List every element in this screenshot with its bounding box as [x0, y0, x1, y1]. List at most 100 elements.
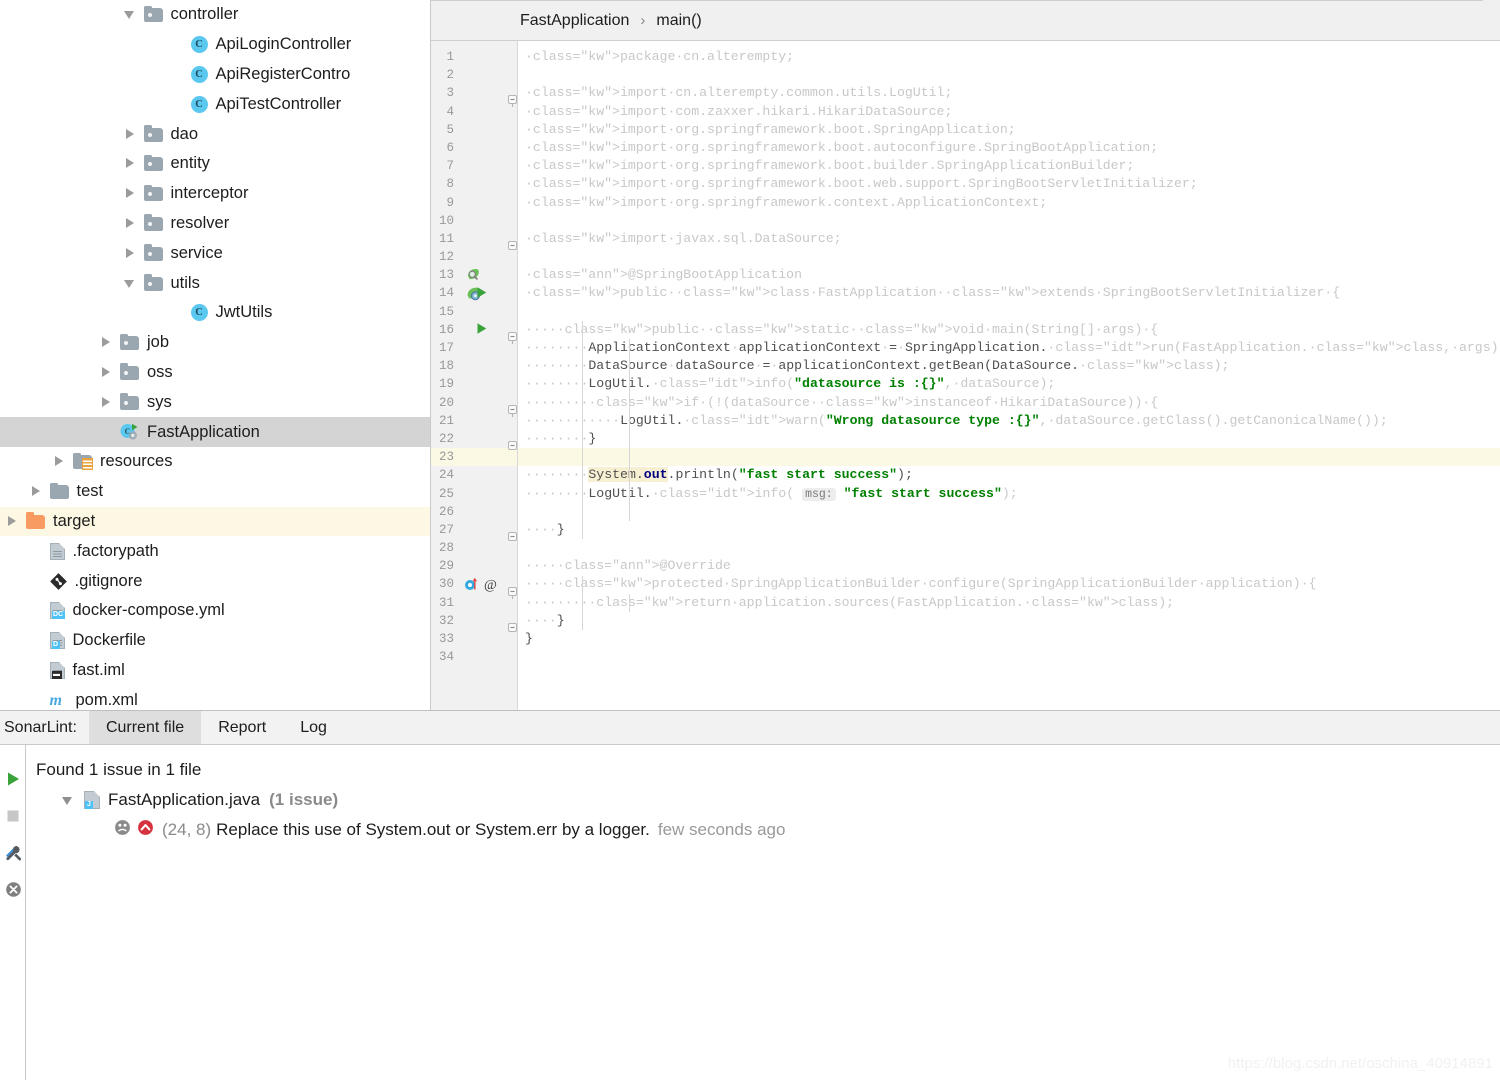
code-line[interactable]: ·class="kw">public··class="kw">class·Fas… — [518, 284, 1500, 302]
tree-item[interactable]: CApiTestController — [0, 89, 430, 119]
fold-marker-icon[interactable] — [507, 531, 518, 549]
code-line[interactable]: ·class="kw">import·org.springframework.b… — [518, 157, 1500, 175]
breadcrumb-member[interactable]: main() — [656, 12, 701, 30]
tree-item[interactable]: DDockerfile — [0, 626, 430, 656]
code-line[interactable]: ········LogUtil.·class="idt">info("datas… — [518, 375, 1500, 393]
configure-button[interactable] — [0, 834, 26, 871]
stop-analysis-button[interactable] — [0, 797, 26, 834]
tree-item[interactable]: utils — [0, 268, 430, 298]
code-line[interactable]: ········ApplicationContext·applicationCo… — [518, 339, 1500, 357]
code-line[interactable]: ········System.out.println("fast start s… — [518, 466, 1500, 484]
tree-item[interactable]: mpom.xml — [0, 685, 430, 710]
run-main-icon[interactable] — [475, 322, 488, 340]
code-line[interactable]: ········LogUtil.·class="idt">info( msg: … — [518, 485, 1500, 503]
tree-item[interactable]: interceptor — [0, 179, 430, 209]
run-main-icon[interactable] — [475, 286, 488, 304]
code-line[interactable]: ············LogUtil.·class="idt">warn("W… — [518, 412, 1500, 430]
tree-item[interactable]: target — [0, 507, 430, 537]
chevron-right-icon[interactable] — [100, 396, 113, 409]
chevron-right-icon[interactable] — [53, 455, 66, 468]
tree-item[interactable]: CJwtUtils — [0, 298, 430, 328]
chevron-right-icon[interactable] — [124, 187, 137, 200]
code-line[interactable]: ········DataSource·dataSource·=·applicat… — [518, 357, 1500, 375]
code-line[interactable] — [518, 248, 1500, 266]
chevron-right-icon[interactable] — [124, 128, 137, 141]
code-line[interactable]: ····} — [518, 612, 1500, 630]
fold-marker-icon[interactable] — [507, 586, 518, 604]
fold-marker-icon[interactable] — [507, 331, 518, 349]
chevron-right-icon[interactable] — [124, 157, 137, 170]
code-line[interactable]: ·····class="kw">protected·SpringApplicat… — [518, 575, 1500, 593]
code-line[interactable]: ·········class="kw">return·application.s… — [518, 594, 1500, 612]
issue-message[interactable]: Replace this use of System.out or System… — [216, 820, 650, 840]
code-line[interactable]: } — [518, 630, 1500, 648]
code-line[interactable] — [518, 212, 1500, 230]
tree-item[interactable]: DCdocker-compose.yml — [0, 596, 430, 626]
tab-log[interactable]: Log — [283, 711, 344, 744]
issue-row[interactable]: (24, 8) Replace this use of System.out o… — [36, 815, 1500, 845]
code-line[interactable]: ·········class="kw">if·(!(dataSource··cl… — [518, 394, 1500, 412]
spring-bean-icon[interactable] — [466, 267, 481, 287]
chevron-down-icon[interactable] — [124, 8, 137, 21]
code-content[interactable]: ·class="kw">package·cn.alterempty; ·class… — [518, 41, 1500, 710]
project-tool-window[interactable]: controllerCApiLoginControllerCApiRegiste… — [0, 0, 431, 710]
tree-item[interactable]: job — [0, 328, 430, 358]
fold-marker-icon[interactable] — [507, 404, 518, 422]
tree-item[interactable]: resources — [0, 447, 430, 477]
code-line[interactable] — [518, 503, 1500, 521]
cancel-button[interactable] — [0, 871, 26, 908]
tree-item[interactable]: dao — [0, 119, 430, 149]
tree-item[interactable]: resolver — [0, 209, 430, 239]
issue-file-name[interactable]: FastApplication.java — [108, 790, 260, 810]
code-line[interactable]: ·class="kw">import·com.zaxxer.hikari.Hik… — [518, 103, 1500, 121]
code-line[interactable] — [518, 66, 1500, 84]
breadcrumb-file[interactable]: FastApplication — [520, 12, 629, 30]
code-line[interactable]: ·class="kw">package·cn.alterempty; — [518, 48, 1500, 66]
code-line[interactable]: ·class="kw">import·cn.alterempty.common.… — [518, 84, 1500, 102]
code-line[interactable]: ·class="kw">import·org.springframework.b… — [518, 175, 1500, 193]
code-line[interactable]: ·class="kw">import·org.springframework.b… — [518, 121, 1500, 139]
chevron-down-icon[interactable] — [62, 794, 75, 807]
chevron-right-icon[interactable] — [30, 485, 43, 498]
tree-item[interactable]: CApiRegisterContro — [0, 60, 430, 90]
tree-item[interactable]: test — [0, 477, 430, 507]
tree-item[interactable]: sys — [0, 387, 430, 417]
chevron-right-icon[interactable] — [6, 515, 19, 528]
fold-marker-icon[interactable] — [507, 440, 518, 458]
fold-marker-icon[interactable] — [507, 94, 518, 112]
code-line[interactable] — [518, 448, 1500, 466]
tab-report[interactable]: Report — [201, 711, 283, 744]
tree-item[interactable]: CFastApplication — [0, 417, 430, 447]
fold-marker-icon[interactable] — [507, 622, 518, 640]
tab-current-file[interactable]: Current file — [89, 711, 201, 744]
code-line[interactable] — [518, 539, 1500, 557]
tree-item[interactable]: .factorypath — [0, 536, 430, 566]
chevron-right-icon[interactable] — [100, 366, 113, 379]
sonarlint-issue-tree[interactable]: Found 1 issue in 1 file J FastApplicatio… — [26, 745, 1500, 1080]
code-line[interactable]: ·class="kw">import·org.springframework.c… — [518, 194, 1500, 212]
issue-file-node[interactable]: J FastApplication.java (1 issue) — [36, 785, 1500, 815]
tree-item[interactable]: .gitignore — [0, 566, 430, 596]
code-line[interactable]: ·class="ann">@SpringBootApplication — [518, 266, 1500, 284]
tree-item[interactable]: entity — [0, 149, 430, 179]
tree-item[interactable]: CApiLoginController — [0, 30, 430, 60]
overriding-method-icon[interactable] — [464, 577, 481, 597]
tree-item[interactable]: ▬fast.iml — [0, 656, 430, 686]
fold-marker-icon[interactable] — [507, 240, 518, 258]
code-line[interactable]: ·class="kw">import·org.springframework.b… — [518, 139, 1500, 157]
code-line[interactable]: ·class="kw">import·javax.sql.DataSource; — [518, 230, 1500, 248]
code-line[interactable]: ·····class="ann">@Override — [518, 557, 1500, 575]
tree-item[interactable]: controller — [0, 0, 430, 30]
code-line[interactable] — [518, 303, 1500, 321]
chevron-down-icon[interactable] — [124, 277, 137, 290]
code-editor[interactable]: 1234567891011121314151617181920212223242… — [431, 41, 1500, 710]
chevron-right-icon[interactable] — [124, 247, 137, 260]
code-line[interactable]: ·····class="kw">public··class="kw">stati… — [518, 321, 1500, 339]
chevron-right-icon[interactable] — [124, 217, 137, 230]
code-line[interactable] — [518, 648, 1500, 666]
code-line[interactable]: ····} — [518, 521, 1500, 539]
chevron-right-icon[interactable] — [100, 336, 113, 349]
editor-gutter[interactable]: 1234567891011121314151617181920212223242… — [431, 41, 518, 710]
code-line[interactable]: ········} — [518, 430, 1500, 448]
tree-item[interactable]: oss — [0, 358, 430, 388]
